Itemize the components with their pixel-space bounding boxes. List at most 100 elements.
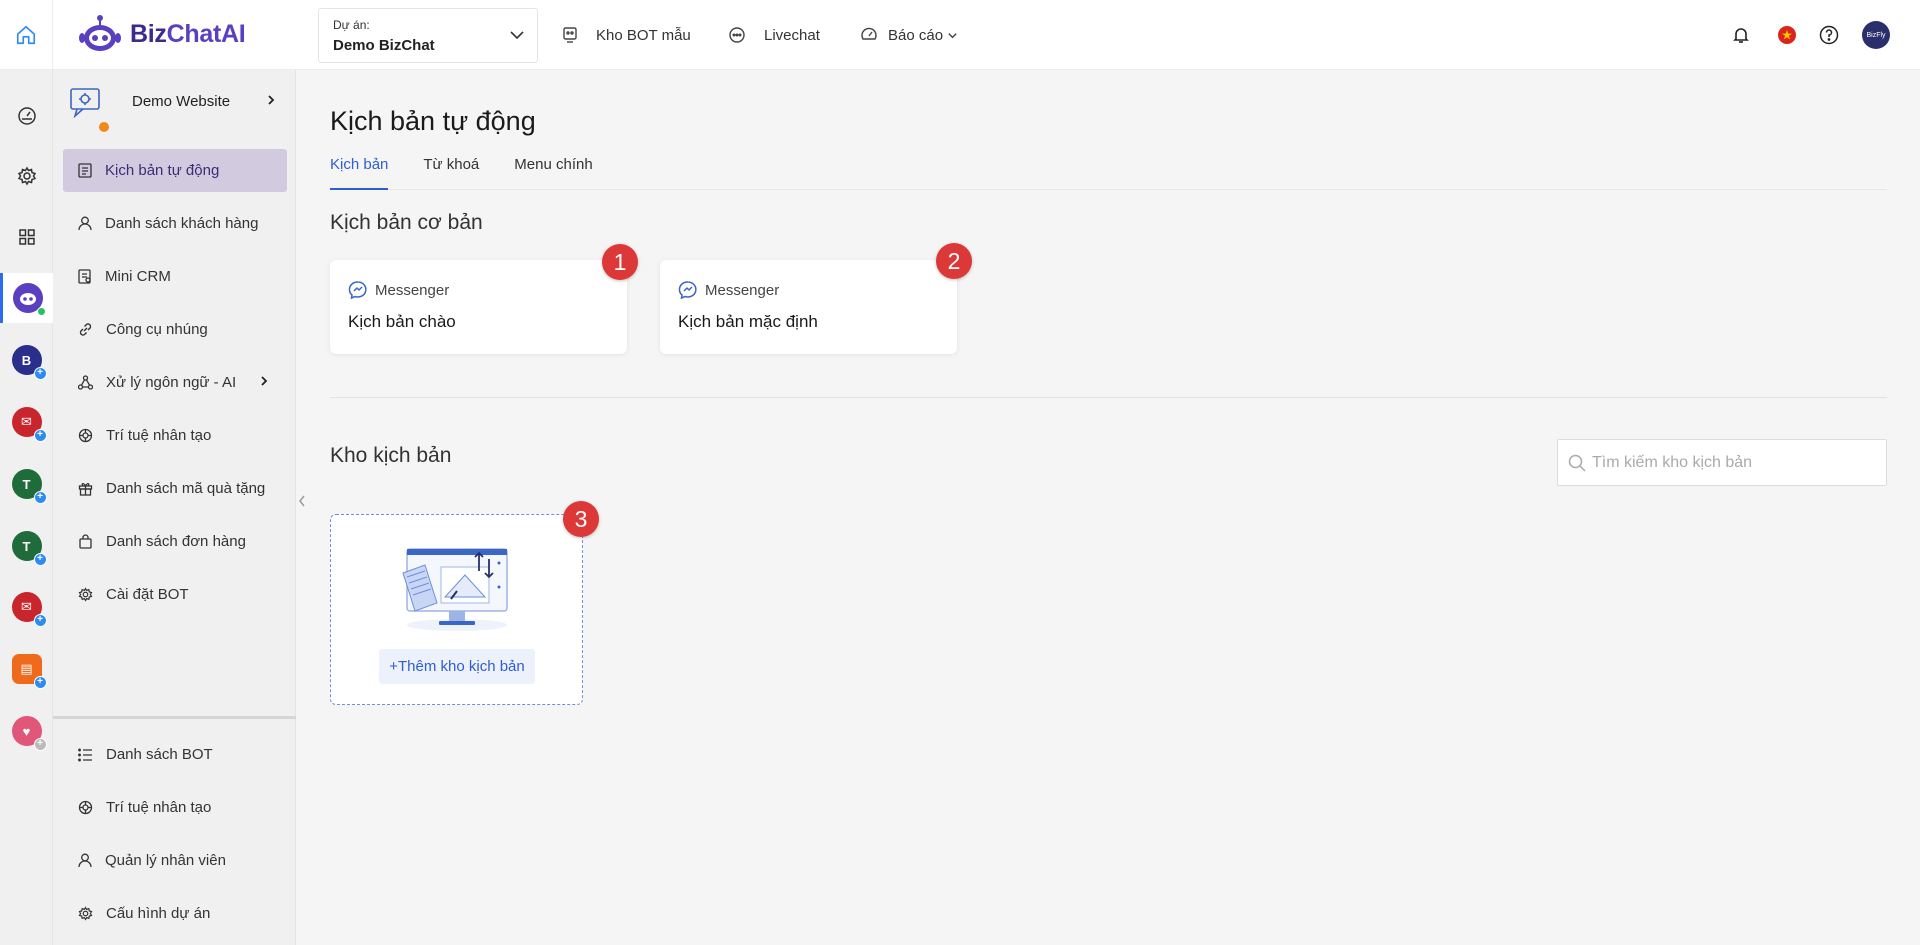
rail-app-7[interactable]: ♥ +: [0, 706, 53, 756]
sidebar-item-auto-scripts[interactable]: Kịch bản tự động: [63, 149, 287, 192]
speedometer-icon: [17, 107, 36, 125]
rail-app-3[interactable]: T +: [0, 459, 53, 509]
sidebar-item-label: Danh sách mã quà tặng: [106, 480, 266, 497]
card-title: Kịch bản mặc định: [678, 312, 818, 331]
project-select[interactable]: Dự án: Demo BizChat: [318, 8, 538, 63]
robot-icon: [563, 27, 577, 43]
gauge-icon: [861, 27, 877, 40]
document-icon: [78, 163, 92, 178]
ai-knot-icon: [78, 428, 93, 443]
gear-icon: [78, 587, 93, 602]
rail-bizchat[interactable]: [0, 273, 53, 323]
plus-icon: +: [33, 676, 47, 689]
online-status-dot: [37, 307, 46, 316]
script-card-greeting[interactable]: Messenger Kịch bản chào 1: [330, 244, 638, 354]
notifications-button[interactable]: [1731, 0, 1751, 70]
sidebar-item-label: Mini CRM: [105, 268, 171, 285]
sidebar-item-project-config[interactable]: Cấu hình dự án: [63, 892, 287, 935]
sidebar-item-label: Kịch bản tự động: [105, 162, 220, 179]
home-icon: [16, 25, 36, 45]
rail-app-5[interactable]: ✉ +: [0, 582, 53, 632]
bizchat-app-icon: [13, 283, 46, 316]
step-badge: 1: [602, 244, 638, 280]
language-button[interactable]: [1777, 0, 1797, 70]
sidebar-item-mini-crm[interactable]: Mini CRM: [63, 255, 287, 298]
rail-app-2[interactable]: ✉ +: [0, 397, 53, 447]
shopping-bag-icon: [79, 534, 92, 549]
bot-selector[interactable]: Demo Website: [69, 86, 289, 132]
card-channel: Messenger: [348, 280, 449, 300]
messenger-icon: [348, 281, 367, 300]
contact-card-icon: [78, 269, 91, 284]
bot-name: Demo Website: [132, 93, 231, 110]
gear-icon: [78, 906, 93, 921]
sidebar-item-ai[interactable]: Trí tuệ nhân tạo: [63, 414, 287, 457]
sidebar-item-label: Cấu hình dự án: [106, 905, 211, 922]
step-badge: 2: [936, 243, 972, 279]
card-channel: Messenger: [678, 280, 779, 300]
tab-main-menu[interactable]: Menu chính: [514, 156, 592, 190]
link-icon: [79, 323, 92, 336]
user-avatar[interactable]: BizFly: [1862, 0, 1890, 70]
nav-livechat-label: Livechat: [764, 26, 820, 44]
computer-illustration-icon: [402, 548, 508, 631]
chevron-down-icon: [948, 32, 957, 38]
app-rail: B + ✉ + T + T + ✉ + ▤ + ♥ +: [0, 70, 53, 945]
main-content: Kịch bản tự động Kịch bản Từ khoá Menu c…: [297, 70, 1920, 945]
sidebar-item-label: Danh sách đơn hàng: [106, 533, 246, 550]
sidebar-item-nlp-ai[interactable]: Xử lý ngôn ngữ - AI: [63, 361, 287, 404]
project-label: Dự án:: [333, 18, 370, 32]
plus-icon: +: [33, 614, 47, 627]
card-title: Kịch bản chào: [348, 312, 456, 331]
bell-icon: [1733, 28, 1749, 43]
project-value: Demo BizChat: [333, 37, 435, 54]
nav-bot-store[interactable]: Kho BOT mẫu: [562, 0, 691, 70]
rail-dashboard[interactable]: [0, 91, 53, 141]
sidebar-item-gift-codes[interactable]: Danh sách mã quà tặng: [63, 467, 287, 510]
sidebar-item-bot-settings[interactable]: Cài đặt BOT: [63, 573, 287, 616]
nav-livechat[interactable]: Livechat: [728, 0, 820, 70]
rail-settings[interactable]: [0, 151, 53, 201]
bot-logo-icon: [79, 15, 121, 51]
section-divider: [330, 397, 1887, 398]
script-store-search[interactable]: [1557, 439, 1887, 486]
nav-reports[interactable]: Báo cáo: [860, 0, 958, 70]
heart-app-icon: ♥ +: [11, 716, 47, 751]
brand-logo[interactable]: BizChatAI: [78, 14, 246, 54]
chat-bubble-icon: [729, 27, 745, 43]
sidebar-item-embed-tools[interactable]: Công cụ nhúng: [63, 308, 287, 351]
nav-bot-store-label: Kho BOT mẫu: [596, 26, 691, 44]
plus-icon: +: [33, 491, 47, 504]
card-channel-label: Messenger: [705, 281, 780, 299]
crm-app-icon: T +: [11, 531, 47, 566]
card-channel-label: Messenger: [375, 281, 450, 299]
sidebar-item-staff[interactable]: Quản lý nhân viên: [63, 839, 287, 882]
user-icon: [78, 853, 92, 868]
rail-app-4[interactable]: T +: [0, 521, 53, 571]
sidebar-item-orders[interactable]: Danh sách đơn hàng: [63, 520, 287, 563]
tab-scripts[interactable]: Kịch bản: [330, 156, 389, 190]
rail-apps[interactable]: [0, 212, 53, 262]
sidebar-item-customers[interactable]: Danh sách khách hàng: [63, 202, 287, 245]
sidebar-item-label: Công cụ nhúng: [106, 321, 208, 338]
chevron-right-icon: [268, 95, 275, 105]
chevron-down-icon: [510, 31, 524, 40]
sidebar-item-label: Danh sách khách hàng: [105, 215, 259, 232]
document-app-icon: ▤ +: [11, 654, 47, 689]
sidebar-item-label: Quản lý nhân viên: [105, 852, 226, 869]
rail-app-1[interactable]: B +: [0, 335, 53, 385]
help-button[interactable]: [1819, 0, 1839, 70]
add-script-store-card[interactable]: +Thêm kho kịch bản 3: [330, 501, 599, 705]
rail-app-6[interactable]: ▤ +: [0, 644, 53, 694]
sidebar-item-label: Xử lý ngôn ngữ - AI: [106, 374, 237, 391]
tab-bar: Kịch bản Từ khoá Menu chính: [330, 156, 1887, 190]
messenger-icon: [678, 281, 697, 300]
home-button[interactable]: [0, 0, 53, 70]
search-input[interactable]: [1592, 453, 1872, 472]
nav-reports-label: Báo cáo: [888, 26, 944, 44]
add-script-store-button[interactable]: +Thêm kho kịch bản: [379, 649, 535, 684]
sidebar-item-ai-bottom[interactable]: Trí tuệ nhân tạo: [63, 786, 287, 829]
sidebar-item-bot-list[interactable]: Danh sách BOT: [63, 733, 287, 776]
tab-keywords[interactable]: Từ khoá: [423, 156, 479, 190]
script-card-default[interactable]: Messenger Kịch bản mặc định 2: [660, 243, 972, 354]
